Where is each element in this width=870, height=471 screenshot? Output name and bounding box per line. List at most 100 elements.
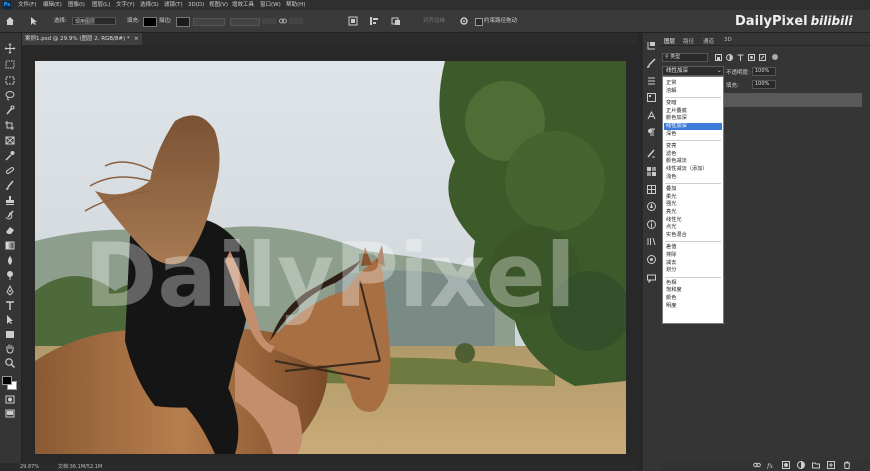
layer-mask-icon[interactable] [782, 461, 790, 469]
zoom-tool-icon[interactable] [4, 357, 16, 368]
filter-pixel-icon[interactable] [715, 54, 722, 61]
blend-mode-item[interactable]: 强光 [666, 201, 676, 208]
stroke-width-field[interactable] [193, 18, 225, 26]
blend-mode-item[interactable]: 颜色 [666, 295, 676, 302]
blend-mode-list[interactable]: 正常 溶解 变暗 正片叠底 颜色加深 线性加深 深色 变亮 滤色 颜色减淡 线性减淡（添加） 浅色 叠加… [662, 76, 724, 324]
link-icon[interactable] [279, 17, 287, 25]
height-field[interactable] [289, 18, 303, 24]
delete-layer-icon[interactable] [843, 461, 851, 469]
blend-mode-item[interactable]: 点光 [666, 224, 676, 231]
blend-mode-item[interactable]: 柔光 [666, 194, 676, 201]
quick-select-tool-icon[interactable] [4, 105, 16, 116]
blend-mode-item[interactable]: 浅色 [666, 174, 676, 181]
type-tool-icon[interactable] [4, 300, 16, 311]
tab-paths[interactable]: 路径 [683, 37, 694, 45]
brush-settings-panel-icon[interactable] [646, 58, 657, 69]
frame-tool-icon[interactable] [4, 135, 16, 146]
blend-mode-item[interactable]: 线性加深 [666, 123, 687, 130]
tab-channels[interactable]: 通道 [703, 37, 714, 45]
brush-tool-icon[interactable] [4, 180, 16, 191]
glyphs-panel-icon[interactable] [646, 254, 657, 265]
filter-adjustment-icon[interactable] [726, 54, 733, 61]
shape-tool-icon[interactable] [4, 329, 16, 340]
artboard-tool-icon[interactable] [4, 59, 16, 70]
paragraph-panel-icon[interactable] [646, 127, 657, 138]
blend-mode-item[interactable]: 叠加 [666, 186, 676, 193]
blend-mode-item[interactable]: 线性减淡（添加） [666, 166, 708, 173]
lasso-tool-icon[interactable] [4, 90, 16, 101]
blend-mode-item[interactable]: 滤色 [666, 151, 676, 158]
color-swatches[interactable] [2, 376, 17, 390]
menu-help[interactable]: 帮助(H) [286, 0, 305, 10]
comments-panel-icon[interactable] [646, 273, 657, 284]
menu-image[interactable]: 图像(I) [68, 0, 85, 10]
blend-mode-item[interactable]: 色相 [666, 280, 676, 287]
blend-mode-item[interactable]: 实色混合 [666, 232, 687, 239]
eraser-tool-icon[interactable] [4, 225, 16, 236]
blend-mode-item[interactable]: 颜色减淡 [666, 158, 687, 165]
dodge-tool-icon[interactable] [4, 270, 16, 281]
quick-mask-icon[interactable] [4, 394, 16, 405]
patterns-panel-icon[interactable] [646, 184, 657, 195]
close-tab-icon[interactable]: × [134, 33, 139, 45]
hand-tool-icon[interactable] [4, 343, 16, 354]
swatches-panel-icon[interactable] [646, 166, 657, 177]
menu-window[interactable]: 窗口(W) [260, 0, 281, 10]
move-tool-icon[interactable] [4, 43, 16, 54]
path-alignment-icon[interactable] [369, 16, 379, 26]
character-panel-icon[interactable] [646, 110, 657, 121]
menu-plugins[interactable]: 增效工具 [232, 0, 254, 10]
clone-stamp-tool-icon[interactable] [4, 195, 16, 206]
layer-style-icon[interactable]: fx [767, 461, 775, 469]
eyedropper-tool-icon[interactable] [4, 150, 16, 161]
menu-select[interactable]: 选择(S) [140, 0, 159, 10]
constrain-path-checkbox[interactable] [475, 18, 483, 26]
tab-3d[interactable]: 3D [724, 37, 732, 43]
filter-type-icon[interactable] [737, 54, 744, 61]
opacity-field[interactable]: 100% [752, 67, 776, 76]
blend-mode-item[interactable]: 排除 [666, 252, 676, 259]
width-field[interactable] [262, 18, 276, 24]
blend-mode-item[interactable]: 正常 [666, 80, 676, 87]
healing-brush-tool-icon[interactable] [4, 165, 16, 176]
blend-mode-item[interactable]: 线性光 [666, 217, 682, 224]
path-arrangement-icon[interactable] [391, 16, 401, 26]
canvas-area[interactable]: DailyPixel [22, 45, 637, 463]
path-selection-tool-icon[interactable] [4, 314, 16, 325]
adjustments-panel-icon[interactable] [646, 75, 657, 86]
fill-field[interactable]: 100% [752, 80, 776, 89]
new-layer-icon[interactable] [827, 461, 835, 469]
navigator-panel-icon[interactable] [646, 201, 657, 212]
layer-filter-dropdown[interactable]: ⚲ 类型 [662, 53, 708, 62]
menu-layer[interactable]: 图层(L) [92, 0, 110, 10]
blend-mode-dropdown[interactable]: 线性加深 ⌄ [662, 66, 724, 76]
stroke-type-dropdown[interactable] [230, 18, 260, 26]
selected-layer-row[interactable] [724, 93, 862, 107]
menu-3d[interactable]: 3D(D) [188, 0, 204, 10]
blend-mode-item[interactable]: 正片叠底 [666, 108, 687, 115]
history-brush-tool-icon[interactable] [4, 210, 16, 221]
stroke-swatch[interactable] [176, 17, 190, 27]
filter-smart-object-icon[interactable] [759, 54, 766, 61]
zoom-level[interactable]: 29.87% [20, 463, 39, 471]
menu-file[interactable]: 文件(F) [18, 0, 36, 10]
blend-mode-item[interactable]: 明度 [666, 303, 676, 310]
blend-mode-item[interactable]: 亮光 [666, 209, 676, 216]
screen-mode-icon[interactable] [4, 408, 16, 419]
select-dropdown[interactable]: 现用图层 [72, 17, 116, 25]
menu-edit[interactable]: 编辑(E) [43, 0, 62, 10]
gear-icon[interactable] [459, 16, 469, 26]
blend-mode-item[interactable]: 溶解 [666, 88, 676, 95]
blend-mode-item[interactable]: 差值 [666, 244, 676, 251]
blend-mode-item[interactable]: 变亮 [666, 143, 676, 150]
home-icon[interactable] [5, 16, 15, 26]
menu-view[interactable]: 视图(V) [209, 0, 228, 10]
pen-tool-icon[interactable] [4, 285, 16, 296]
path-select-tool-icon[interactable] [29, 16, 39, 26]
blend-mode-item[interactable]: 减去 [666, 260, 676, 267]
history-panel-icon[interactable] [646, 40, 657, 51]
blur-tool-icon[interactable] [4, 255, 16, 266]
document-photo[interactable]: DailyPixel [35, 61, 626, 454]
blend-mode-item[interactable]: 划分 [666, 267, 676, 274]
new-group-icon[interactable] [812, 461, 820, 469]
